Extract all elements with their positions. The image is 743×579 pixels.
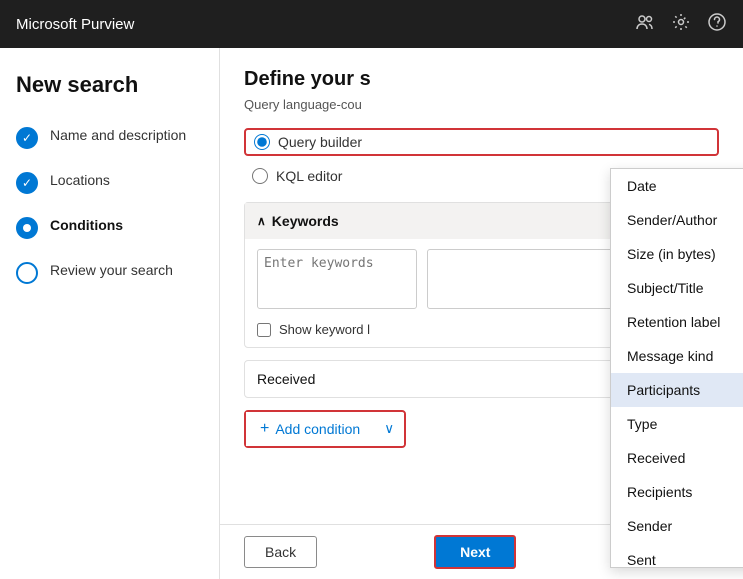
main-layout: New search ✓ Name and description ✓ Loca…: [0, 48, 743, 579]
chevron-down-icon: ∨: [384, 421, 394, 436]
keywords-title: Keywords: [272, 213, 339, 229]
sidebar-item-locations[interactable]: ✓ Locations: [16, 171, 203, 194]
sidebar-item-conditions[interactable]: Conditions: [16, 216, 203, 239]
radio-kql-editor-input[interactable]: [252, 168, 268, 184]
plus-icon: +: [260, 420, 269, 438]
radio-query-builder-label: Query builder: [278, 134, 362, 150]
show-keyword-label: Show keyword l: [279, 322, 370, 337]
radio-query-builder[interactable]: Query builder: [244, 128, 719, 156]
dropdown-item[interactable]: Date: [611, 169, 743, 203]
next-button[interactable]: Next: [434, 535, 516, 569]
add-condition-wrap: + Add condition ∨: [244, 410, 406, 448]
add-condition-label: Add condition: [275, 421, 360, 437]
dropdown-item[interactable]: Subject/Title: [611, 271, 743, 305]
nav-circle-conditions: [16, 217, 38, 239]
nav-circle-name: ✓: [16, 127, 38, 149]
add-condition-button[interactable]: + Add condition: [246, 412, 374, 446]
dropdown-menu: DateSender/AuthorSize (in bytes)Subject/…: [610, 168, 743, 568]
content-area: Define your s Query language-cou Query b…: [220, 48, 743, 579]
sidebar: New search ✓ Name and description ✓ Loca…: [0, 48, 220, 579]
top-bar-left: Microsoft Purview: [16, 16, 134, 33]
nav-label-review: Review your search: [50, 261, 173, 279]
dropdown-item[interactable]: Sender/Author: [611, 203, 743, 237]
dropdown-item[interactable]: Sender: [611, 509, 743, 543]
content-title: Define your s: [244, 68, 719, 91]
settings-icon[interactable]: [671, 12, 691, 37]
sidebar-item-review[interactable]: Review your search: [16, 261, 203, 284]
dropdown-item[interactable]: Sent: [611, 543, 743, 568]
dropdown-item[interactable]: Participants: [611, 373, 743, 407]
top-bar-icons: [635, 12, 727, 37]
content-subtitle: Query language-cou: [244, 97, 719, 112]
nav-label-locations: Locations: [50, 171, 110, 189]
dropdown-item[interactable]: Retention label: [611, 305, 743, 339]
dropdown-items-container: DateSender/AuthorSize (in bytes)Subject/…: [611, 169, 743, 568]
app-title: Microsoft Purview: [16, 16, 134, 33]
collapse-icon[interactable]: ∧: [257, 214, 266, 228]
radio-query-builder-input[interactable]: [254, 134, 270, 150]
people-icon[interactable]: [635, 12, 655, 37]
add-condition-chevron[interactable]: ∨: [374, 413, 404, 445]
dropdown-item[interactable]: Recipients: [611, 475, 743, 509]
dropdown-item[interactable]: Received: [611, 441, 743, 475]
page-title: New search: [16, 72, 203, 98]
sidebar-item-name-description[interactable]: ✓ Name and description: [16, 126, 203, 149]
top-bar: Microsoft Purview: [0, 0, 743, 48]
received-label: Received: [257, 371, 315, 387]
nav-label-name: Name and description: [50, 126, 186, 144]
nav-circle-review: [16, 262, 38, 284]
dropdown-item[interactable]: Type: [611, 407, 743, 441]
radio-kql-editor-label: KQL editor: [276, 168, 342, 184]
show-keyword-checkbox[interactable]: [257, 323, 271, 337]
keywords-textarea[interactable]: [257, 249, 417, 309]
back-button[interactable]: Back: [244, 536, 317, 568]
nav-label-conditions: Conditions: [50, 216, 123, 234]
dropdown-item[interactable]: Message kind: [611, 339, 743, 373]
dropdown-item[interactable]: Size (in bytes): [611, 237, 743, 271]
help-icon[interactable]: [707, 12, 727, 37]
nav-circle-locations: ✓: [16, 172, 38, 194]
